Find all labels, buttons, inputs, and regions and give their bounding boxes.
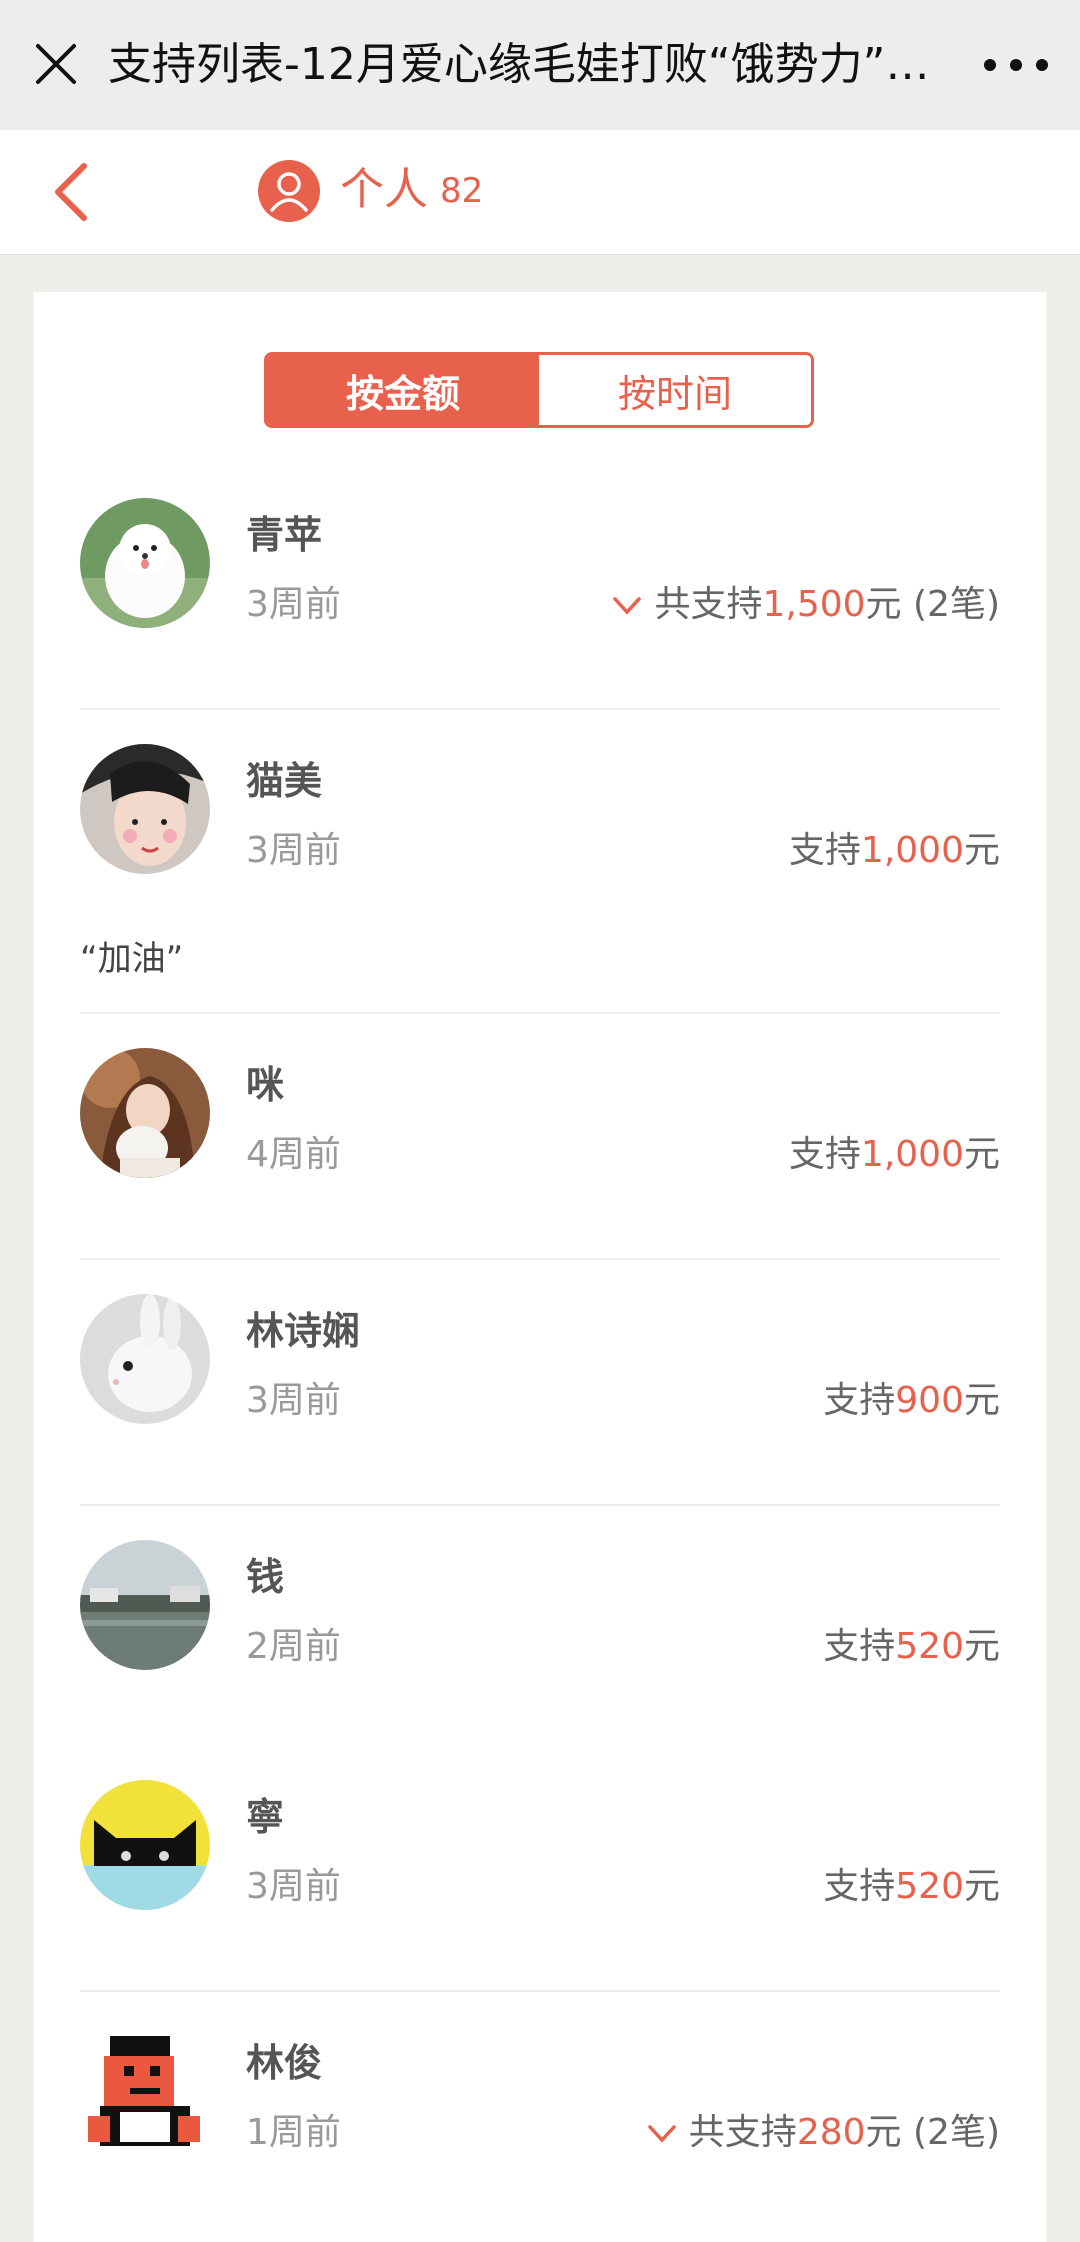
window-title: 支持列表-12月爱心缘毛娃打败“饿势力”行...	[108, 39, 968, 90]
supporter-name: 寧	[246, 1795, 285, 1839]
amount-prefix: 支持	[788, 1134, 861, 1175]
supporter-name: 林俊	[246, 2041, 323, 2085]
nav-bar: 个人 82	[0, 130, 1080, 255]
avatar	[80, 498, 210, 628]
supporter-name: 钱	[246, 1555, 285, 1599]
amount-count: (2笔)	[901, 2112, 1000, 2153]
avatar	[80, 1540, 210, 1670]
support-amount[interactable]: 共支持280元 (2笔)	[647, 2108, 1000, 2158]
support-amount: 支持1,000元	[789, 1130, 1000, 1180]
amount-prefix: 支持	[823, 1866, 896, 1907]
chevron-down-icon[interactable]	[612, 596, 642, 616]
back-icon[interactable]	[46, 160, 96, 224]
list-item[interactable]: 林诗娴 3周前 支持900元	[80, 1294, 1000, 1494]
supporter-name: 咪	[246, 1063, 285, 1107]
supporter-name: 林诗娴	[246, 1309, 361, 1353]
list-item[interactable]: 咪 4周前 支持1,000元	[80, 1048, 1000, 1248]
amount-prefix: 共支持	[688, 2112, 797, 2153]
divider	[80, 1012, 1000, 1014]
amount-count: (2笔)	[901, 584, 1000, 625]
list-item[interactable]: 寧 3周前 支持520元	[80, 1780, 1000, 1980]
amount-unit: 元	[865, 2112, 902, 2153]
tab-by-time[interactable]: 按时间	[539, 355, 811, 425]
support-time: 3周前	[246, 830, 341, 871]
avatar	[80, 744, 210, 874]
list-item[interactable]: 钱 2周前 支持520元	[80, 1540, 1000, 1740]
avatar	[80, 1294, 210, 1424]
amount-value: 900	[895, 1380, 964, 1421]
amount-unit: 元	[963, 1380, 1000, 1421]
close-icon[interactable]	[32, 40, 80, 88]
amount-prefix: 支持	[823, 1380, 896, 1421]
amount-unit: 元	[865, 584, 902, 625]
support-time: 3周前	[246, 1380, 341, 1421]
list-item[interactable]: 猫美 3周前 支持1,000元 “加油”	[80, 744, 1000, 1004]
nav-count: 82	[440, 171, 484, 211]
support-time: 2周前	[246, 1626, 341, 1667]
amount-unit: 元	[963, 830, 1000, 871]
divider	[80, 1258, 1000, 1260]
avatar	[80, 1048, 210, 1178]
amount-value: 1,000	[860, 830, 964, 871]
support-time: 3周前	[246, 1866, 341, 1907]
chevron-down-icon[interactable]	[647, 2124, 677, 2144]
divider	[80, 708, 1000, 710]
divider	[80, 1990, 1000, 1992]
support-amount: 支持520元	[823, 1862, 1000, 1912]
support-amount: 支持1,000元	[789, 826, 1000, 876]
amount-unit: 元	[963, 1134, 1000, 1175]
amount-value: 520	[895, 1626, 964, 1667]
amount-prefix: 支持	[788, 830, 861, 871]
list-item[interactable]: 林俊 1周前 共支持280元 (2笔)	[80, 2026, 1000, 2226]
tab-by-amount[interactable]: 按金额	[267, 355, 539, 425]
amount-value: 280	[796, 2112, 866, 2153]
title-bar: 支持列表-12月爱心缘毛娃打败“饿势力”行...	[0, 0, 1080, 130]
list-item[interactable]: 青苹 3周前 共支持1,500元 (2笔)	[80, 498, 1000, 648]
more-icon[interactable]	[980, 50, 1052, 80]
divider	[80, 1504, 1000, 1506]
amount-value: 520	[895, 1866, 964, 1907]
avatar	[80, 1780, 210, 1910]
person-icon	[258, 160, 320, 222]
support-time: 1周前	[246, 2112, 341, 2153]
amount-prefix: 支持	[823, 1626, 896, 1667]
supporter-name: 猫美	[246, 759, 323, 803]
support-amount: 支持900元	[823, 1376, 1000, 1426]
amount-value: 1,000	[860, 1134, 964, 1175]
supporter-name: 青苹	[246, 513, 323, 557]
support-amount[interactable]: 共支持1,500元 (2笔)	[612, 580, 1000, 630]
support-time: 4周前	[246, 1134, 341, 1175]
avatar	[80, 2026, 210, 2156]
sort-tabs: 按金额 按时间	[264, 352, 814, 428]
amount-unit: 元	[963, 1626, 1000, 1667]
supporter-list-card: 按金额 按时间 青苹 3周前 共支持1,500元 (2笔) 猫美 3周前 支持1…	[34, 292, 1046, 2242]
amount-unit: 元	[963, 1866, 1000, 1907]
nav-label: 个人	[340, 164, 428, 215]
support-amount: 支持520元	[823, 1622, 1000, 1672]
support-message: “加油”	[80, 939, 184, 979]
amount-prefix: 共支持	[654, 584, 763, 625]
support-time: 3周前	[246, 584, 341, 625]
amount-value: 1,500	[762, 584, 866, 625]
